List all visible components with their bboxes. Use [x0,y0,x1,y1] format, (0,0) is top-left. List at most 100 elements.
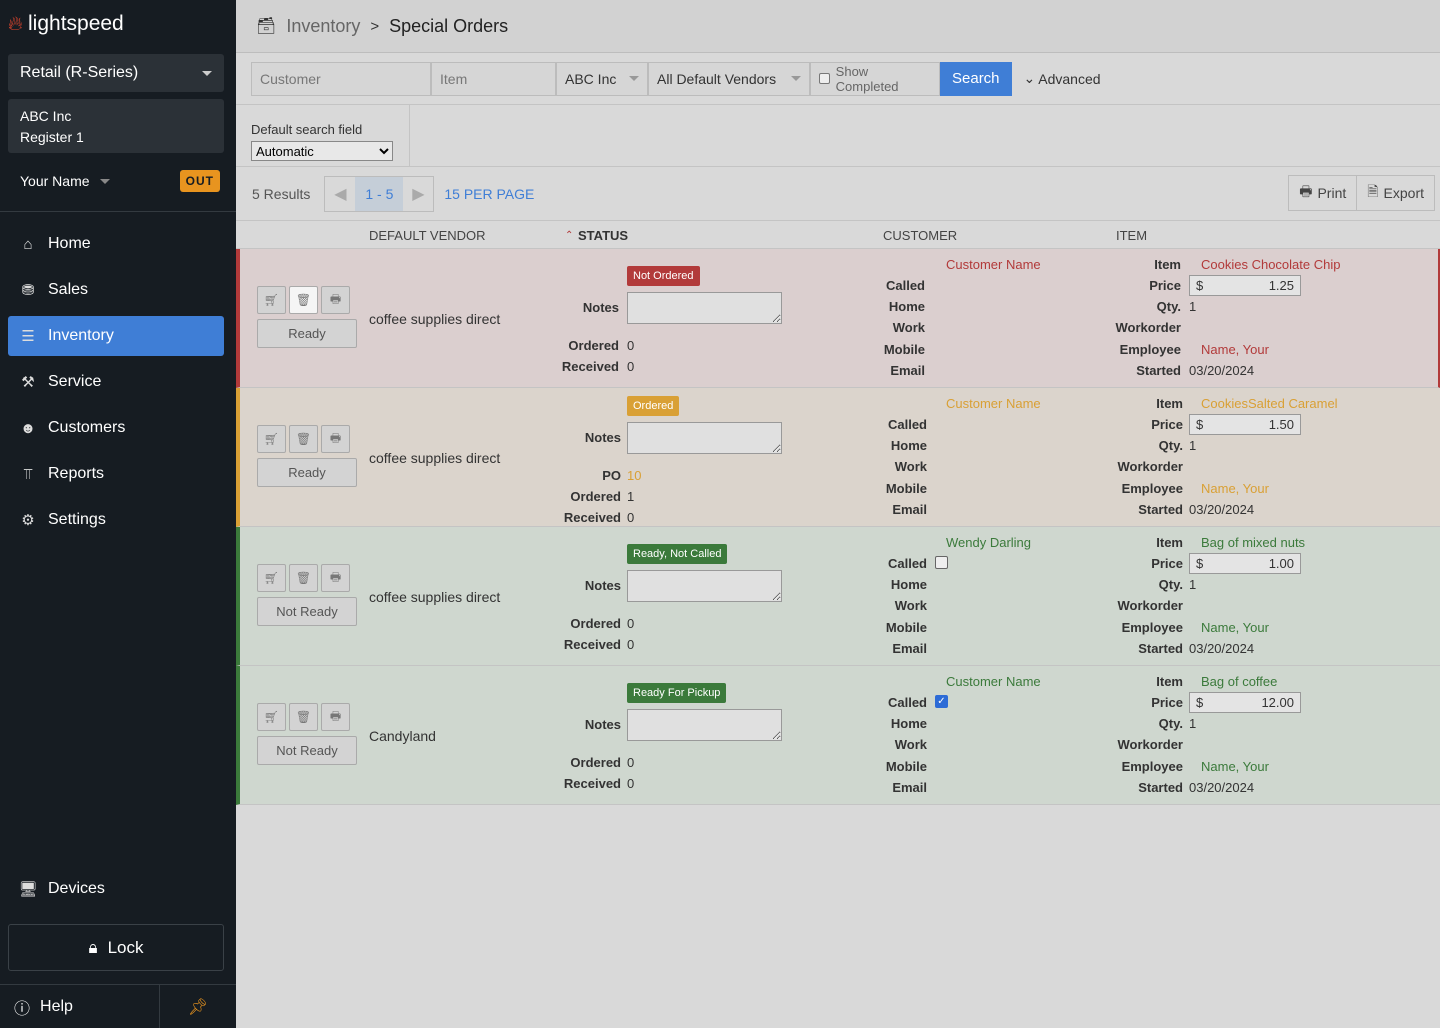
po-value[interactable]: 10 [627,468,641,483]
chevron-down-icon [629,76,639,81]
breadcrumb-parent[interactable]: Inventory [286,16,360,37]
item-name[interactable]: Bag of coffee [1201,674,1277,689]
work-label: Work [894,737,927,752]
sidebar-item-home[interactable]: ⌂ Home [8,224,224,264]
price-input[interactable]: $1.25 [1189,275,1301,296]
print-button[interactable]: 🖶︎ Print [1289,176,1356,210]
main-nav: ⌂ Home ⛃ Sales ☰ Inventory ⚒ Service ☻ Customers ⫪… [8,224,224,546]
print-row-button[interactable]: 🖶︎ [321,564,350,592]
lock-button[interactable]: 🔒︎ Lock [8,924,224,971]
price-input[interactable]: $1.50 [1189,414,1301,435]
price-label: Price [1151,556,1183,571]
register-name: Register 1 [20,129,84,145]
store-select[interactable]: Retail (R-Series) [8,54,224,92]
called-checkbox[interactable]: ✓ [935,695,948,708]
notes-field[interactable] [627,570,782,602]
employee-name[interactable]: Name, Your [1201,759,1269,774]
default-search-select[interactable]: Automatic [251,141,393,161]
print-row-button[interactable]: 🖶︎ [321,703,350,731]
item-name[interactable]: Bag of mixed nuts [1201,535,1305,550]
show-completed-checkbox[interactable]: Show Completed [810,61,940,96]
sidebar-item-settings[interactable]: ⚙ Settings [8,500,224,540]
delete-button[interactable]: 🗑︎ [289,425,318,453]
employee-name[interactable]: Name, Your [1201,620,1269,635]
col-default-vendor[interactable]: DEFAULT VENDOR [369,228,486,243]
customers-icon: ☻ [20,419,36,437]
ready-toggle-button[interactable]: Ready [257,319,357,348]
vendor-select[interactable]: All Default Vendors [648,61,810,96]
store-name: Retail (R-Series) [20,64,139,81]
item-search-input[interactable]: Item [431,61,556,96]
ready-toggle-button[interactable]: Not Ready [257,736,357,765]
delete-button[interactable]: 🗑︎ [289,564,318,592]
col-item[interactable]: ITEM [1116,228,1147,243]
print-row-button[interactable]: 🖶︎ [321,286,350,314]
table-row: 🛒︎ 🗑︎ 🖶︎ Ready coffee supplies direct No… [236,249,1440,388]
default-vendor: coffee supplies direct [369,450,501,466]
email-label: Email [892,780,927,795]
export-button[interactable]: 🗎︎ Export [1356,176,1434,210]
help-button[interactable]: ⓘ Help [0,985,160,1028]
print-row-button[interactable]: 🖶︎ [321,425,350,453]
notes-field[interactable] [627,422,782,454]
order-cart-button[interactable]: 🛒︎ [257,425,286,453]
sidebar-item-reports[interactable]: ⫪ Reports [8,454,224,494]
customer-name[interactable]: Customer Name [946,674,1041,689]
work-label: Work [892,320,925,335]
item-label: Item [1156,535,1183,550]
lock-icon: 🔒︎ [88,937,98,957]
customer-name[interactable]: Customer Name [946,257,1041,272]
print-icon: 🖶︎ [329,291,342,306]
employee-name[interactable]: Name, Your [1201,342,1269,357]
mobile-label: Mobile [885,481,927,496]
order-cart-button[interactable]: 🛒︎ [257,286,286,314]
ready-toggle-button[interactable]: Not Ready [257,597,357,626]
item-name[interactable]: Cookies Chocolate Chip [1201,257,1340,272]
item-name[interactable]: CookiesSalted Caramel [1201,396,1338,411]
price-input[interactable]: $12.00 [1189,692,1301,713]
sidebar-item-inventory[interactable]: ☰ Inventory [8,316,224,356]
ordered-value: 0 [627,755,635,770]
col-customer[interactable]: CUSTOMER [883,228,957,243]
home-icon: ⌂ [23,235,33,253]
per-page-select[interactable]: 15 PER PAGE [444,186,534,202]
delete-button[interactable]: 🗑︎ [289,703,318,731]
notes-field[interactable] [627,709,782,741]
notes-field[interactable] [627,292,782,324]
home-label: Home [890,716,927,731]
search-button[interactable]: Search [940,61,1012,96]
customer-name[interactable]: Wendy Darling [946,535,1031,550]
devices-link[interactable]: 🖥︎ Devices [18,880,104,898]
customer-search-input[interactable]: Customer [251,61,431,96]
search-bar: Customer Item ABC Inc All Default Vendor… [236,53,1440,105]
called-label: Called [885,278,925,293]
page-range[interactable]: 1 - 5 [355,176,404,211]
register-info[interactable]: ABC Inc Register 1 [8,99,224,153]
customer-name[interactable]: Customer Name [946,396,1041,411]
home-label: Home [888,299,925,314]
ready-toggle-button[interactable]: Ready [257,458,357,487]
advanced-toggle[interactable]: ⌄ Advanced [1024,70,1101,87]
qty-value: 1 [1189,299,1197,314]
delete-button[interactable]: 🗑︎ [289,286,318,314]
brand-logo[interactable]: 🔥︎ lightspeed [8,12,124,36]
employee-name[interactable]: Name, Your [1201,481,1269,496]
lock-label: Lock [107,937,144,957]
called-checkbox[interactable] [935,556,948,569]
pin-sidebar-button[interactable]: 📌︎ [160,985,236,1028]
clock-out-button[interactable]: OUT [179,170,220,192]
shop-select[interactable]: ABC Inc [556,61,648,96]
sidebar-item-customers[interactable]: ☻ Customers [8,408,224,448]
user-name: Your Name [20,173,90,189]
prev-page-button[interactable]: ◀ [325,177,355,211]
price-input[interactable]: $1.00 [1189,553,1301,574]
sidebar-item-sales[interactable]: ⛃ Sales [8,270,224,310]
order-cart-button[interactable]: 🛒︎ [257,564,286,592]
status-badge: Ready For Pickup [627,683,727,703]
user-menu[interactable]: Your Name [20,173,110,189]
col-status[interactable]: STATUS [578,228,628,243]
next-page-button[interactable]: ▶ [403,177,433,211]
ordered-label: Ordered [570,755,621,770]
sidebar-item-service[interactable]: ⚒ Service [8,362,224,402]
order-cart-button[interactable]: 🛒︎ [257,703,286,731]
